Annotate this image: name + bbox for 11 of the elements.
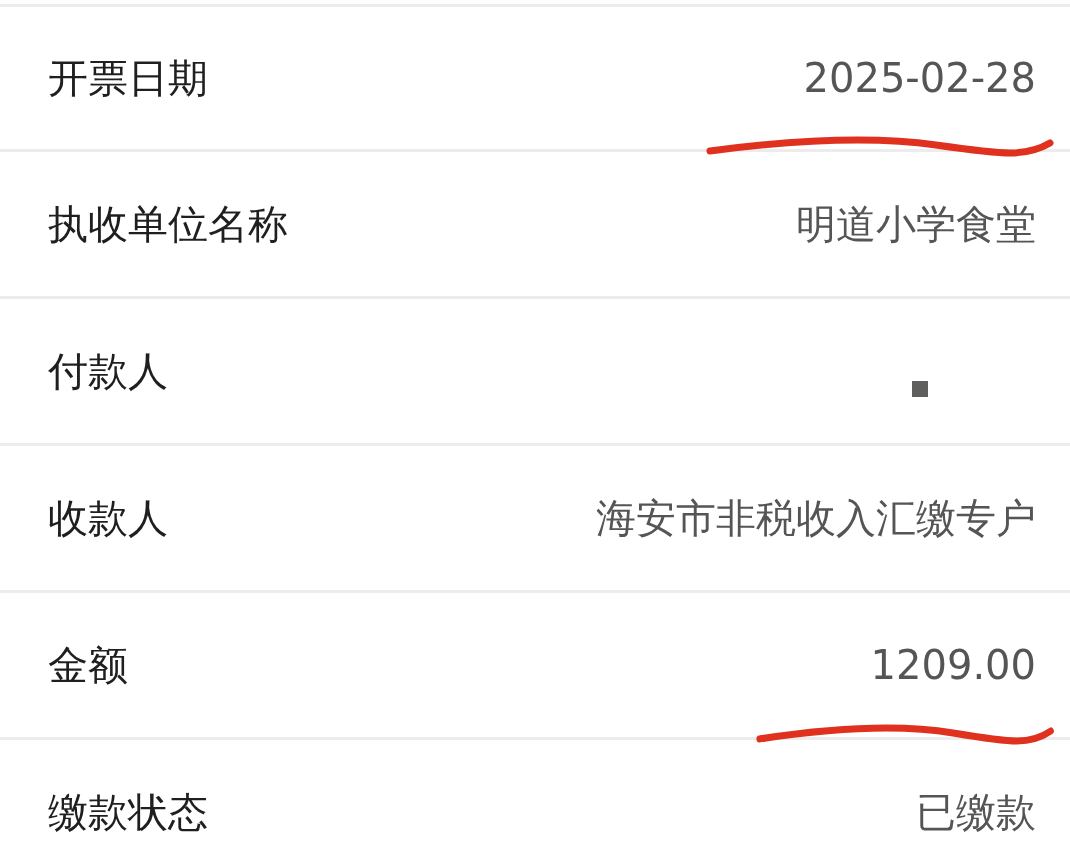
field-value: 明道小学食堂 (796, 199, 1036, 249)
field-value: 2025-02-28 (803, 55, 1036, 101)
field-label: 开票日期 (48, 53, 208, 103)
field-label: 付款人 (48, 346, 168, 396)
field-label: 金额 (48, 640, 128, 690)
field-label: 收款人 (48, 493, 168, 543)
field-value: 已缴款 (916, 787, 1036, 837)
field-label: 缴款状态 (48, 787, 208, 837)
field-value: 海安市非税收入汇缴专户 (596, 493, 1036, 543)
field-label: 执收单位名称 (48, 199, 288, 249)
field-value: 1209.00 (870, 642, 1036, 688)
